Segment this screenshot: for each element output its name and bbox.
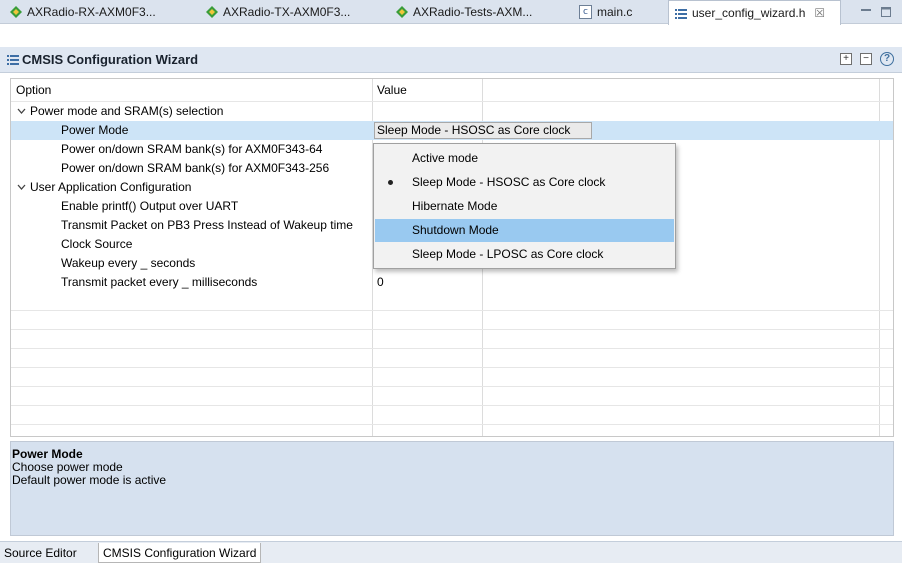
list-icon bbox=[7, 54, 19, 68]
tab-axradio-tx[interactable]: AXRadio-TX-AXM0F3... bbox=[200, 0, 356, 24]
maximize-icon[interactable] bbox=[881, 6, 891, 17]
option-label: Active mode bbox=[412, 151, 479, 165]
tab-axradio-tests[interactable]: AXRadio-Tests-AXM... bbox=[390, 0, 538, 24]
power-mode-combo[interactable]: Sleep Mode - HSOSC as Core clock bbox=[374, 122, 592, 139]
column-header-value[interactable]: Value bbox=[372, 79, 407, 101]
description-text: Default power mode is active bbox=[12, 473, 167, 487]
close-tab-icon[interactable]: ☒ bbox=[814, 6, 825, 20]
help-icon[interactable]: ? bbox=[880, 52, 894, 66]
option-label: Sleep Mode - HSOSC as Core clock bbox=[412, 175, 606, 189]
option-label: Transmit packet every _ milliseconds bbox=[61, 275, 258, 289]
selected-bullet-icon bbox=[388, 180, 393, 185]
grid-line bbox=[11, 405, 893, 406]
option-label: User Application Configuration bbox=[30, 180, 192, 194]
grid-line bbox=[11, 329, 893, 330]
tab-axradio-rx[interactable]: AXRadio-RX-AXM0F3... bbox=[4, 0, 162, 24]
option-label: Power on/down SRAM bank(s) for AXM0F343-… bbox=[61, 142, 323, 156]
grid-line bbox=[11, 310, 893, 311]
minimize-icon[interactable] bbox=[861, 6, 871, 16]
tab-user-config-wizard[interactable]: user_config_wizard.h ☒ bbox=[668, 0, 841, 25]
bottom-tab-bar: Source Editor CMSIS Configuration Wizard bbox=[0, 541, 902, 563]
option-label: Clock Source bbox=[61, 237, 133, 251]
project-diamond-icon bbox=[10, 6, 22, 18]
option-label: Wakeup every _ seconds bbox=[61, 256, 196, 270]
option-label: Power mode and SRAM(s) selection bbox=[30, 104, 224, 118]
tab-label: AXRadio-Tests-AXM... bbox=[413, 5, 533, 19]
editor-tab-bar: AXRadio-RX-AXM0F3... AXRadio-TX-AXM0F3..… bbox=[0, 0, 902, 25]
list-icon bbox=[675, 8, 687, 19]
column-header-option[interactable]: Option bbox=[11, 79, 51, 101]
description-panel: Power Mode Choose power mode Default pow… bbox=[10, 441, 894, 536]
table-row[interactable]: Transmit packet every _ milliseconds 0 bbox=[11, 273, 893, 292]
tab-source-editor[interactable]: Source Editor bbox=[0, 543, 81, 563]
option-sleep-lposc[interactable]: Sleep Mode - LPOSC as Core clock bbox=[375, 243, 674, 266]
tab-label: AXRadio-RX-AXM0F3... bbox=[27, 5, 156, 19]
option-label: Enable printf() Output over UART bbox=[61, 199, 239, 213]
option-label: Power Mode bbox=[61, 123, 129, 137]
table-row[interactable]: Power Mode Sleep Mode - HSOSC as Core clo… bbox=[11, 121, 893, 140]
tab-label: user_config_wizard.h bbox=[692, 6, 806, 20]
expand-all-icon[interactable]: + bbox=[840, 53, 852, 65]
chevron-down-icon[interactable] bbox=[17, 107, 26, 116]
option-label: Sleep Mode - LPOSC as Core clock bbox=[412, 247, 604, 261]
collapse-all-icon[interactable]: − bbox=[860, 53, 872, 65]
chevron-down-icon[interactable] bbox=[17, 183, 26, 192]
grid-line bbox=[11, 367, 893, 368]
tab-label: AXRadio-TX-AXM0F3... bbox=[223, 5, 351, 19]
tree-group-row[interactable]: Power mode and SRAM(s) selection bbox=[11, 102, 893, 121]
tab-main-c[interactable]: c main.c bbox=[573, 0, 638, 24]
wizard-title-bar: CMSIS Configuration Wizard + − ? bbox=[0, 47, 902, 73]
grid-line bbox=[11, 386, 893, 387]
page-title: CMSIS Configuration Wizard bbox=[22, 52, 199, 67]
description-title: Power Mode bbox=[12, 447, 83, 461]
option-label: Hibernate Mode bbox=[412, 199, 498, 213]
option-sleep-hsosc[interactable]: Sleep Mode - HSOSC as Core clock bbox=[375, 171, 674, 194]
option-shutdown[interactable]: Shutdown Mode bbox=[375, 219, 674, 242]
project-diamond-icon bbox=[396, 6, 408, 18]
power-mode-dropdown: Active mode Sleep Mode - HSOSC as Core c… bbox=[373, 143, 676, 269]
tab-label: main.c bbox=[597, 5, 633, 19]
tab-cmsis-wizard[interactable]: CMSIS Configuration Wizard bbox=[98, 543, 262, 563]
option-active-mode[interactable]: Active mode bbox=[375, 147, 674, 170]
option-label: Transmit Packet on PB3 Press Instead of … bbox=[61, 218, 353, 232]
grid-line bbox=[11, 348, 893, 349]
option-value[interactable]: 0 bbox=[377, 273, 384, 292]
grid-line bbox=[11, 424, 893, 425]
option-hibernate[interactable]: Hibernate Mode bbox=[375, 195, 674, 218]
option-label: Power on/down SRAM bank(s) for AXM0F343-… bbox=[61, 161, 330, 175]
option-label: Shutdown Mode bbox=[412, 223, 499, 237]
c-file-icon: c bbox=[579, 5, 592, 19]
project-diamond-icon bbox=[206, 6, 218, 18]
